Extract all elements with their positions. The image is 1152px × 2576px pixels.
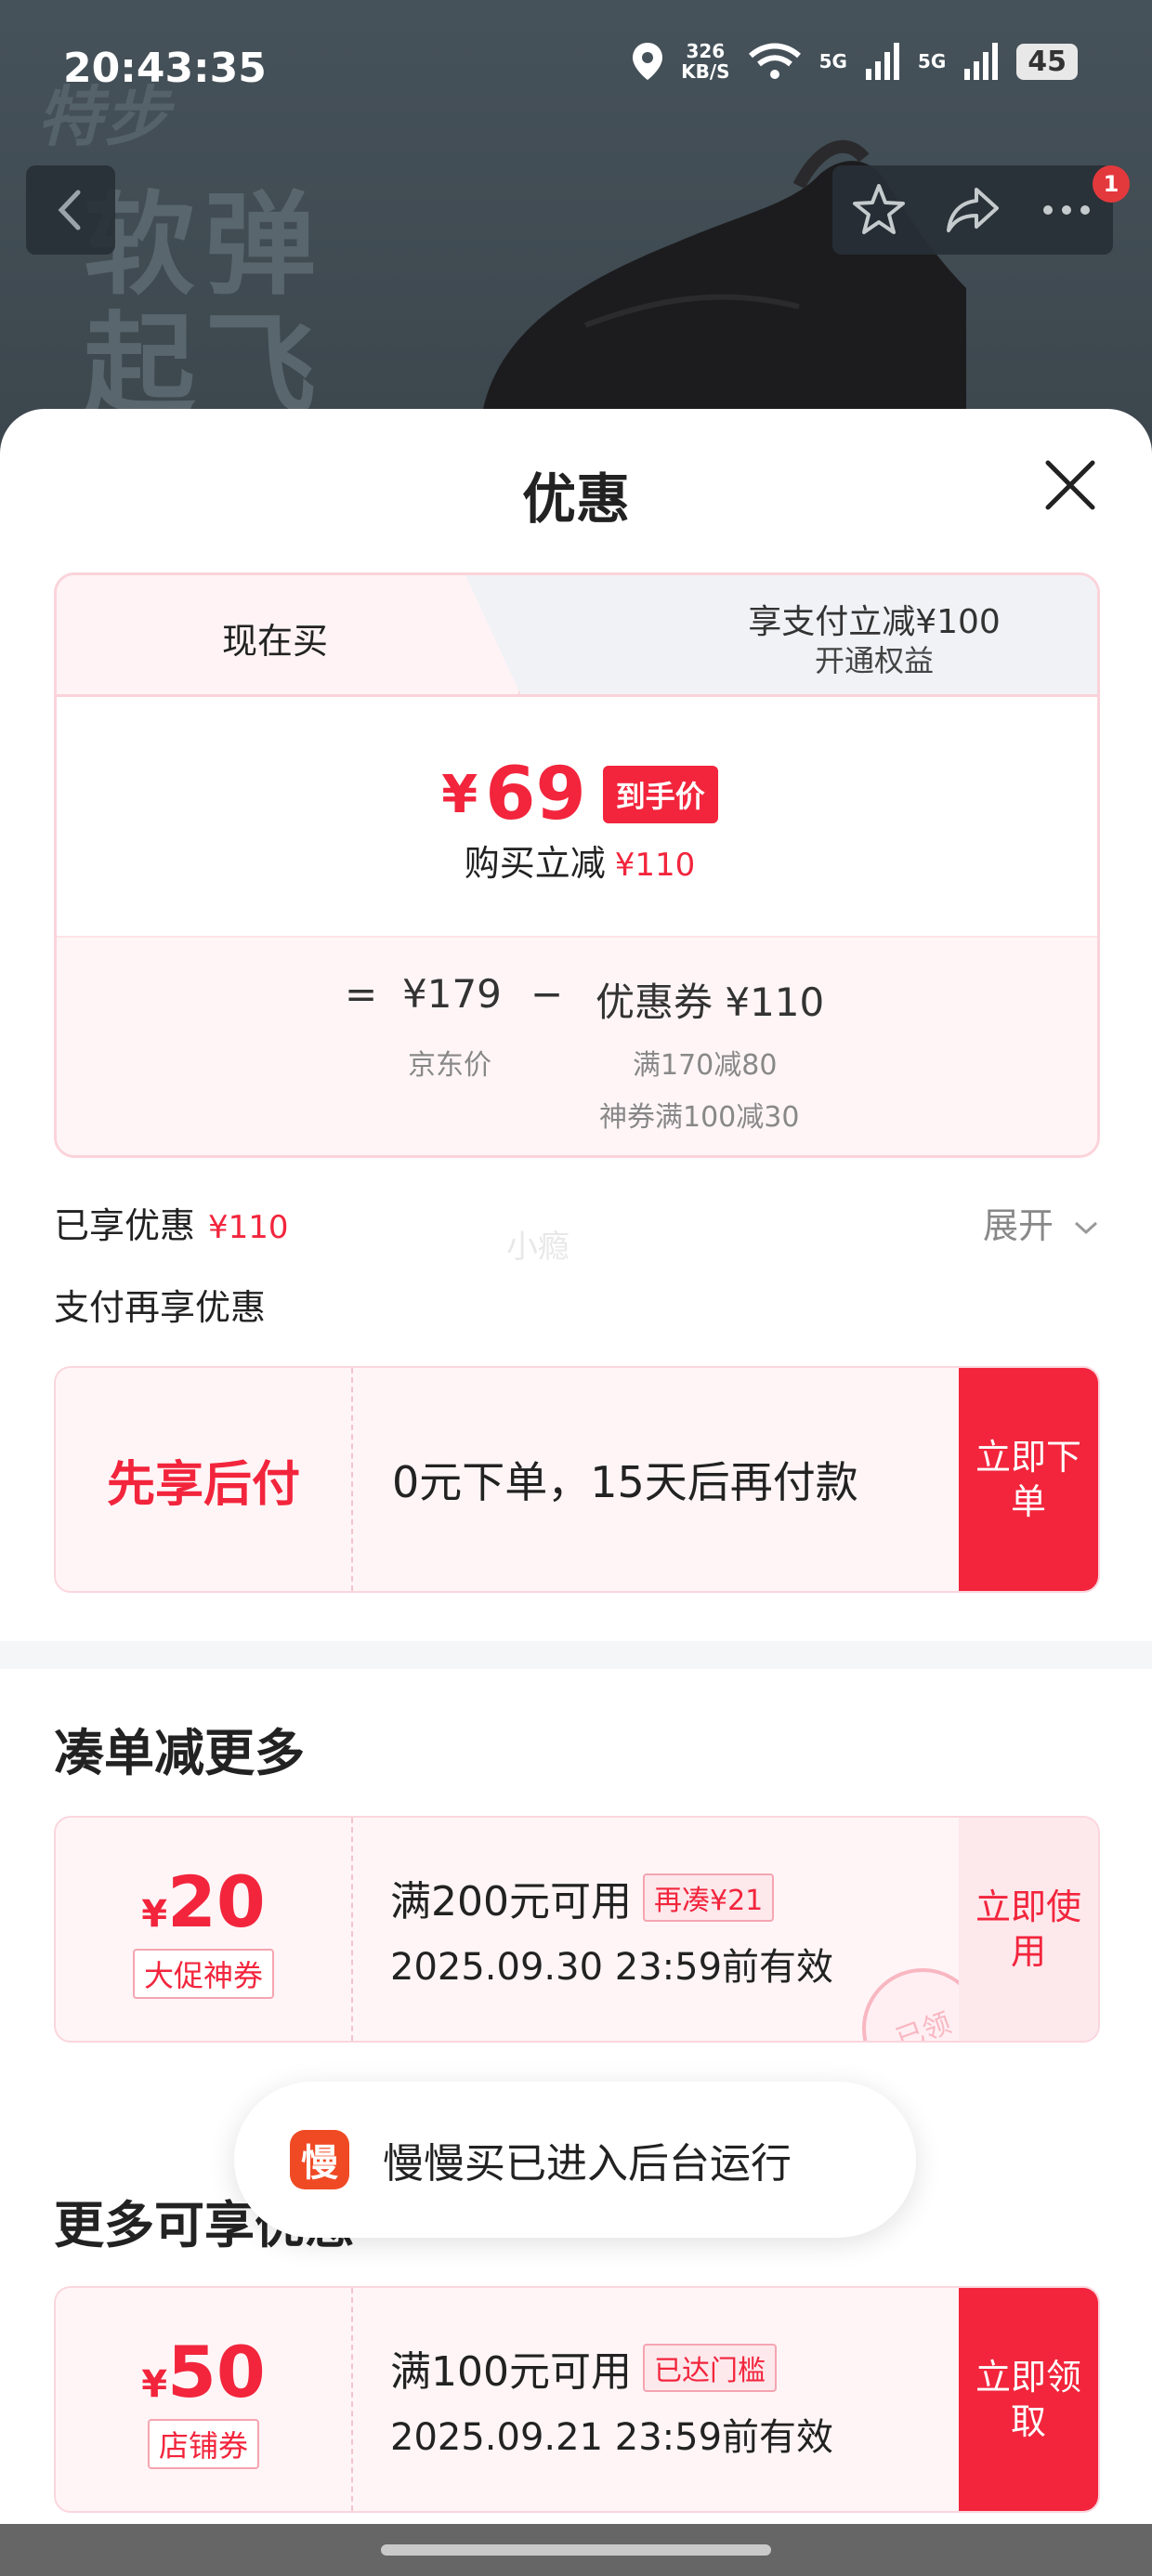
instant-cut-row: 购买立减 ¥110: [57, 835, 1097, 886]
system-nav-bar: [0, 2524, 1152, 2576]
coupon-type-tag: 大促神券: [132, 1948, 274, 1999]
coupon-type-tag: 店铺券: [147, 2418, 259, 2469]
coupon-expiry: 2025.09.21 23:59前有效: [390, 2416, 834, 2459]
top-action-group: [832, 165, 1113, 255]
coupon-card-bundle: ¥ 20 大促神券 满200元可用 再凑¥21 2025.09.30 23:59…: [54, 1816, 1100, 2043]
bnpl-left: 先享后付: [56, 1368, 353, 1591]
home-indicator[interactable]: [381, 2544, 771, 2556]
toast-message: 慢慢买已进入后台运行: [383, 2140, 792, 2188]
coupon-condition: 满100元可用: [390, 2348, 632, 2396]
coupon-condition: 满200元可用: [390, 1878, 632, 1925]
price-card: 现在买 享支付立减¥100 开通权益 ¥ 69 到手价 购买立减 ¥110 = ¥…: [54, 572, 1100, 1158]
tab-pay-subtitle: 开通权益: [814, 643, 934, 678]
instant-cut-value: ¥110: [614, 847, 696, 884]
pay-discount-label: 支付再享优惠: [54, 1287, 267, 1328]
applied-discount-row: 已享优惠 ¥110: [54, 1197, 289, 1248]
back-button[interactable]: [26, 165, 115, 255]
order-now-button[interactable]: 立即下单: [959, 1368, 1098, 1591]
final-price: 69: [485, 753, 586, 836]
signal-1-label: 5G: [818, 50, 847, 72]
minus-sign: −: [530, 971, 564, 1017]
speed-unit: KB/S: [681, 60, 730, 83]
coupon-amount-area: ¥ 50 店铺券: [56, 2288, 353, 2511]
coupon-value: 50: [167, 2330, 266, 2413]
chevron-left-icon: [58, 190, 81, 230]
signal-1-icon: [865, 43, 899, 80]
sheet-title: 优惠: [521, 467, 630, 531]
coupon-condition-row: 满200元可用 再凑¥21: [390, 1868, 985, 1927]
expand-label: 展开: [983, 1205, 1054, 1246]
final-price-area: ¥ 69 到手价 购买立减 ¥110: [57, 694, 1097, 936]
final-price-row: ¥ 69 到手价: [57, 753, 1097, 836]
coupon-condition-row: 满100元可用 已达门槛: [390, 2338, 985, 2398]
status-time: 20:43:35: [63, 45, 267, 92]
coupon-detail-1: 满170减80: [633, 1049, 778, 1082]
price-currency: ¥: [441, 764, 478, 825]
coupon-amount: ¥ 20: [141, 1860, 266, 1943]
battery-icon: 45: [1016, 43, 1078, 80]
location-icon: [633, 43, 663, 80]
claim-now-button[interactable]: 立即领取: [959, 2288, 1098, 2511]
background-run-toast: 慢 慢慢买已进入后台运行: [234, 2082, 916, 2238]
jd-price-label: 京东价: [408, 1049, 491, 1082]
coupon-amount-area: ¥ 20 大促神券: [56, 1818, 353, 2041]
expand-button[interactable]: 展开: [983, 1197, 1100, 1248]
status-bar: 20:43:35 326 KB/S 5G 5G 45: [0, 0, 1152, 130]
coupon-info: 满100元可用 已达门槛 2025.09.21 23:59前有效: [390, 2288, 985, 2511]
signal-2-icon: [964, 43, 999, 80]
coupon-total: 优惠券 ¥110: [596, 979, 825, 1025]
bnpl-description: 0元下单，15天后再付款: [392, 1457, 858, 1507]
app-icon: 慢: [290, 2130, 349, 2189]
hero-slogan: 软弹 起飞: [84, 186, 325, 427]
coupon-value: 20: [167, 1860, 266, 1943]
price-breakdown: = ¥179 − 优惠券 ¥110 京东价 满170减80 神券满100减30: [57, 936, 1097, 1155]
tab-pay-discount[interactable]: 享支付立减¥100 开通权益: [614, 603, 1097, 679]
coupon-detail-2: 神券满100减30: [599, 1101, 800, 1134]
status-icons: 326 KB/S 5G 5G 45: [631, 41, 1078, 82]
jd-price: ¥179: [402, 971, 502, 1017]
favorite-star-icon[interactable]: [849, 180, 909, 240]
applied-label: 已享优惠: [54, 1205, 196, 1246]
speed-value: 326: [686, 40, 726, 62]
chevron-down-icon: [1075, 1221, 1098, 1235]
final-price-tag: 到手价: [602, 766, 718, 823]
coupon-gap-pill: 再凑¥21: [642, 1873, 775, 1922]
wifi-icon: [748, 43, 801, 79]
bnpl-title: 先享后付: [106, 1456, 300, 1513]
coupon-amount: ¥ 50: [141, 2331, 266, 2413]
coupon-threshold-pill: 已达门槛: [642, 2344, 777, 2392]
more-icon[interactable]: [1037, 180, 1096, 240]
tab-buy-now[interactable]: 现在买: [57, 612, 493, 664]
signal-2-label: 5G: [917, 50, 947, 72]
coupon-currency: ¥: [141, 1892, 168, 1936]
section-divider: [0, 1641, 1152, 1669]
use-now-button[interactable]: 立即使用: [959, 1818, 1098, 2041]
close-icon[interactable]: [1041, 455, 1100, 515]
applied-value: ¥110: [208, 1209, 289, 1246]
coupon-card-store: ¥ 50 店铺券 满100元可用 已达门槛 2025.09.21 23:59前有…: [54, 2286, 1100, 2513]
instant-cut-label: 购买立减: [464, 843, 606, 884]
network-speed: 326 KB/S: [681, 41, 729, 82]
bundle-section-title: 凑单减更多: [54, 1724, 305, 1782]
tab-pay-title: 享支付立减¥100: [748, 603, 1001, 641]
equals-sign: =: [345, 971, 378, 1017]
slogan-line-1: 软弹: [84, 181, 325, 310]
share-icon[interactable]: [943, 180, 1002, 240]
bnpl-card: 先享后付 0元下单，15天后再付款 立即下单: [54, 1366, 1100, 1593]
bnpl-desc-area: 0元下单，15天后再付款: [392, 1368, 987, 1591]
coupon-currency: ¥: [141, 2362, 168, 2406]
notification-badge: 1: [1093, 165, 1130, 203]
watermark: 小瘾: [506, 1229, 569, 1266]
